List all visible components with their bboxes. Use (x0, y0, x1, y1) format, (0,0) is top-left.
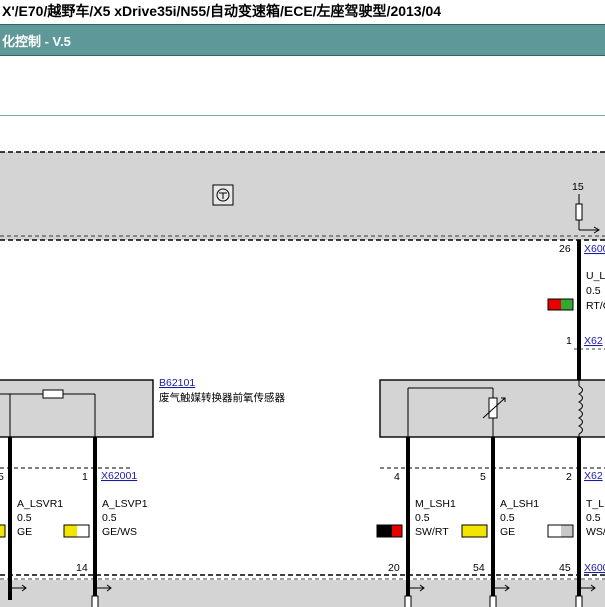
wire-size: 0.5 (415, 512, 430, 524)
connector-left-pin: 1 (82, 471, 88, 483)
wire-color-swatch (0, 524, 6, 538)
wire-color-swatch (547, 524, 574, 538)
upper-wire-color: RT/G (586, 300, 605, 312)
wire-bottom-pin: 45 (559, 562, 571, 574)
wire-color: SW/RT (415, 526, 449, 538)
pin-5: 5 (480, 471, 486, 483)
wire-color-swatch (461, 524, 488, 538)
upper-wire-connector-link[interactable]: X62 (584, 335, 603, 347)
upper-wire-color-swatch (547, 298, 574, 311)
wire-label-a-lsh1: A_LSH1 0.5 GE 54 (461, 498, 539, 574)
upper-wire-size: 0.5 (586, 285, 601, 297)
connector-right-link[interactable]: X62 (584, 470, 603, 482)
wire-bottom-pin: 54 (473, 562, 485, 574)
connector-top-right-pin: 26 (559, 243, 571, 255)
connector-top-right-link[interactable]: X600 (584, 243, 605, 255)
wire-size: 0.5 (500, 512, 515, 524)
wire-signal: M_LSH1 (415, 498, 456, 510)
wire-size: 0.5 (17, 512, 32, 524)
connector-right-pin: 2 (566, 471, 572, 483)
component-id-link[interactable]: B62101 (159, 377, 195, 389)
component-name: 废气触媒转换器前氧传感器 (159, 391, 285, 404)
wire-size: 0.5 (586, 512, 601, 524)
wire-color: GE (17, 526, 32, 538)
wire-size: 0.5 (102, 512, 117, 524)
wire-label-t-l: T_L 0.5 WS/ 45 X600 (547, 498, 605, 574)
upper-wire-pin: 1 (566, 335, 572, 347)
wiring-diagram: 15 26 X600 U_L 0.5 RT/G 1 X62 B62101 废气触… (0, 151, 605, 607)
sensor-block-left (0, 379, 154, 438)
wire-color: WS/ (586, 526, 605, 538)
pin-left-edge: 5 (0, 471, 4, 483)
wire-signal: T_L (586, 498, 604, 510)
connector-bottom-right-link[interactable]: X600 (584, 562, 605, 574)
connector-left-link[interactable]: X62001 (101, 470, 137, 482)
wire-color-swatch (63, 524, 90, 538)
wire-color: GE (500, 526, 515, 538)
top-pin-label: 15 (572, 181, 584, 193)
upper-wire-signal: U_L (586, 270, 605, 282)
wire-signal: A_LSVP1 (102, 498, 148, 510)
wire-label-m-lsh1: M_LSH1 0.5 SW/RT 20 (376, 498, 456, 574)
wire-bottom-pin: 20 (388, 562, 400, 574)
pin-4: 4 (394, 471, 400, 483)
bottom-module-block (0, 580, 605, 607)
wire-signal: A_LSVR1 (17, 498, 63, 510)
wire-bottom-pin: 14 (76, 562, 88, 574)
wire-color-swatch (376, 524, 403, 538)
ground-symbol-icon (212, 184, 234, 206)
wire-color: GE/WS (102, 526, 137, 538)
wire-label-a-lsvp1: A_LSVP1 0.5 GE/WS 14 (63, 498, 148, 574)
control-unit-block (0, 152, 605, 240)
wire-signal: A_LSH1 (500, 498, 539, 510)
